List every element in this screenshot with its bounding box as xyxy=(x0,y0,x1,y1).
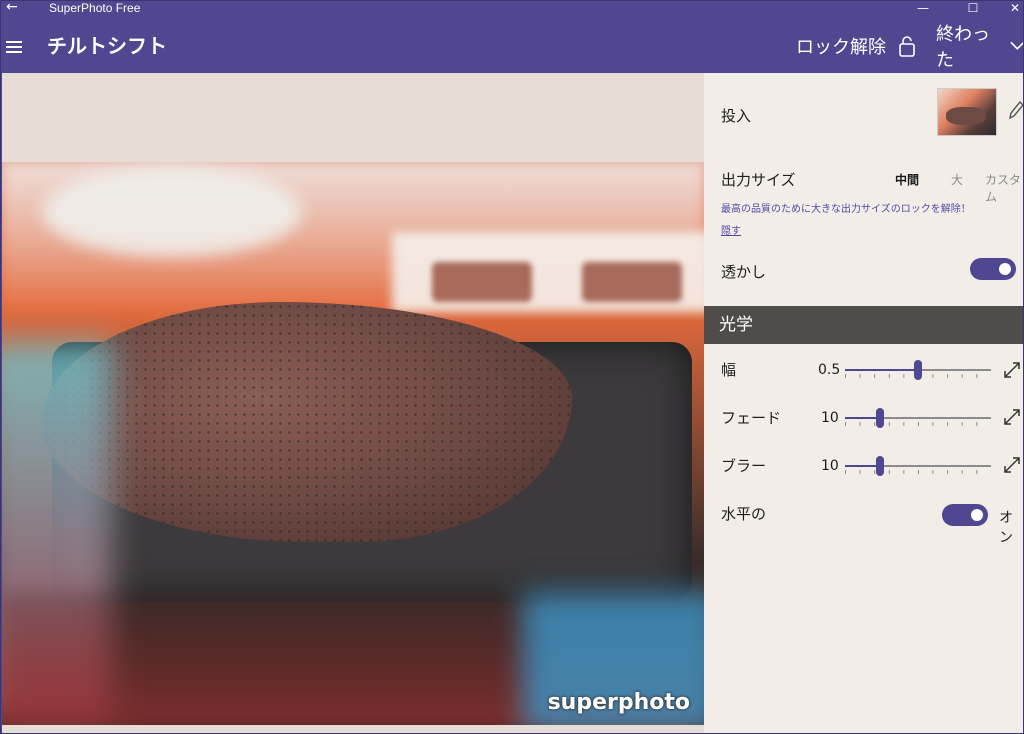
blur-label: ブラー xyxy=(721,457,767,475)
hide-link[interactable]: 隠す xyxy=(721,222,741,237)
input-label: 投入 xyxy=(721,107,752,125)
unlock-promo-text: 最高の品質のために大きな出力サイズのロックを解除！ xyxy=(721,204,971,215)
unlock-label: ロック解除 xyxy=(796,37,886,58)
done-label: 終わった xyxy=(936,24,990,71)
chevron-down-icon xyxy=(1010,41,1023,50)
width-value: 0.5 xyxy=(818,362,841,378)
page-title: チルトシフト xyxy=(47,34,167,58)
hamburger-menu-icon[interactable] xyxy=(6,41,22,53)
output-size-label: 出力サイズ xyxy=(721,171,796,189)
edited-photo[interactable]: superphoto xyxy=(2,162,704,725)
expand-icon[interactable] xyxy=(1002,360,1022,380)
horizontal-toggle[interactable] xyxy=(942,504,988,526)
optics-section-header: 光学 xyxy=(704,306,1023,344)
settings-panel: 投入 出力サイズ 中間 大 カスタム 最高の品質のために大きな出力サイズのロック… xyxy=(704,73,1024,733)
superphoto-watermark: superphoto xyxy=(547,690,690,715)
fade-value: 10 xyxy=(821,410,839,426)
unlock-button[interactable]: ロック解除 xyxy=(796,31,916,61)
title-bar: ← SuperPhoto Free — ☐ ✕ xyxy=(1,1,1023,17)
width-slider[interactable] xyxy=(845,360,991,380)
app-header: チルトシフト ロック解除 終わった xyxy=(1,17,1023,73)
close-icon[interactable]: ✕ xyxy=(1005,1,1023,16)
expand-icon[interactable] xyxy=(1002,407,1022,427)
blur-value: 10 xyxy=(821,458,839,474)
fade-label: フェード xyxy=(721,409,782,427)
watermark-label: 透かし xyxy=(721,263,767,281)
padlock-icon xyxy=(899,36,915,57)
watermark-toggle[interactable] xyxy=(970,258,1016,280)
minimize-icon[interactable]: — xyxy=(913,1,933,16)
photo-canvas: superphoto xyxy=(2,73,704,733)
pencil-icon[interactable] xyxy=(1007,99,1024,121)
app-window: ← SuperPhoto Free — ☐ ✕ チルトシフト ロック解除 終わっ… xyxy=(0,0,1024,734)
size-option-medium[interactable]: 中間 xyxy=(895,171,919,188)
input-thumbnail[interactable] xyxy=(937,88,997,136)
fade-slider[interactable] xyxy=(845,408,991,428)
maximize-icon[interactable]: ☐ xyxy=(963,1,983,16)
back-arrow-icon[interactable]: ← xyxy=(6,1,18,15)
size-option-large[interactable]: 大 xyxy=(951,171,963,188)
app-title: SuperPhoto Free xyxy=(49,1,141,15)
size-option-custom[interactable]: カスタム xyxy=(985,171,1023,205)
horizontal-label: 水平の xyxy=(721,505,767,523)
expand-icon[interactable] xyxy=(1002,455,1022,475)
done-button[interactable]: 終わった xyxy=(936,24,1023,71)
blur-slider[interactable] xyxy=(845,456,991,476)
width-label: 幅 xyxy=(721,361,737,379)
horizontal-state-text: オン xyxy=(999,510,1013,546)
